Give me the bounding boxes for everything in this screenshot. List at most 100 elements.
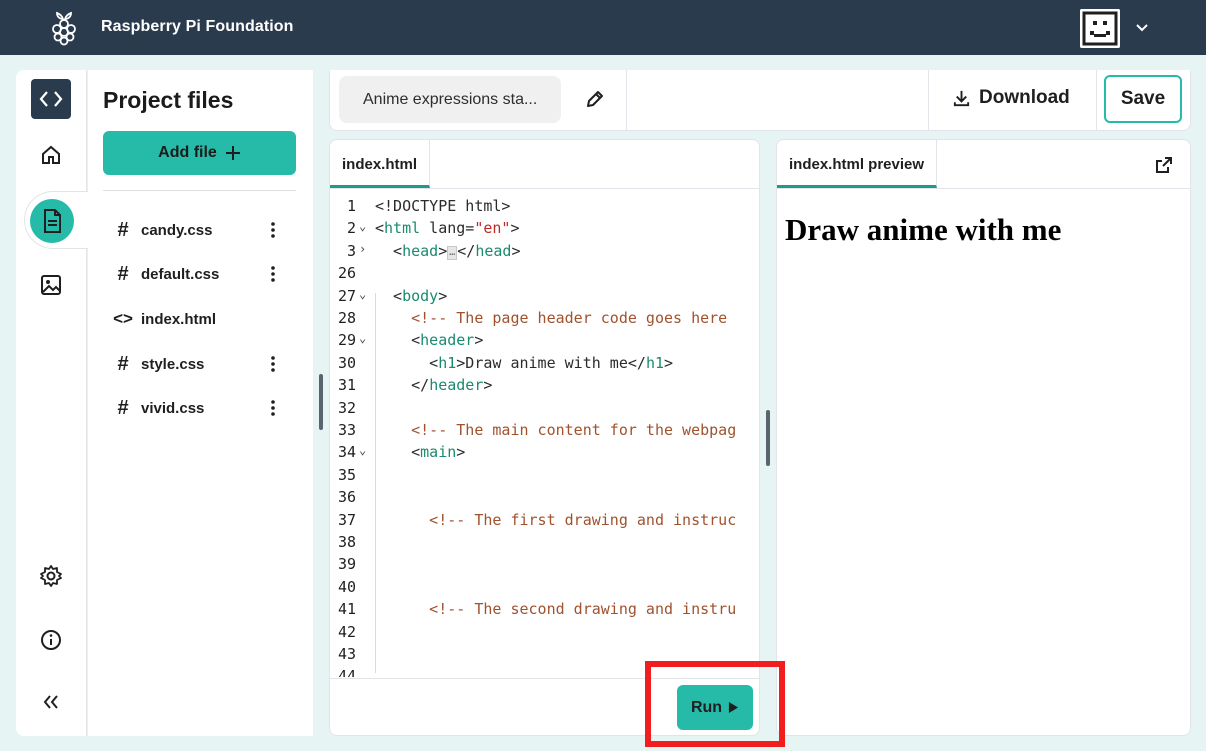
divider [928, 70, 929, 130]
collapse-icon[interactable] [38, 689, 64, 715]
add-file-label: Add file [158, 144, 217, 161]
code-editor-logo[interactable] [31, 79, 71, 119]
code-text: <!DOCTYPE html> [375, 197, 511, 215]
line-number: 1 [346, 197, 356, 215]
code-text: <main> [375, 443, 466, 462]
hash-icon: # [117, 396, 129, 419]
divider [777, 188, 1190, 189]
chevron-down-icon[interactable] [1132, 18, 1152, 38]
edit-pencil-icon[interactable] [584, 88, 606, 110]
sidebar-item-project-files[interactable] [24, 191, 94, 249]
file-item-index-html[interactable]: <> index.html [113, 307, 293, 331]
file-item-vivid-css[interactable]: # vivid.css [113, 396, 293, 420]
line-number: 32 [337, 398, 356, 417]
file-item-style-css[interactable]: # style.css [113, 352, 293, 376]
add-file-button[interactable]: Add file [103, 131, 296, 175]
more-options-icon[interactable] [265, 264, 281, 284]
line-number: 2 [346, 219, 356, 238]
code-text: <!-- The second drawing and instru [375, 600, 737, 619]
code-text: <html lang="en"> [375, 219, 520, 238]
home-icon[interactable] [38, 142, 64, 168]
divider [1096, 70, 1097, 130]
line-number: 27 [337, 286, 356, 305]
active-indicator [30, 199, 74, 243]
line-number: 3 [346, 241, 356, 260]
download-icon [953, 90, 970, 106]
line-number: 29 [337, 331, 356, 350]
code-editor-panel: index.html 1 <!DOCTYPE html> 2 ⌄ <html lang=… [329, 139, 760, 736]
line-number: 41 [337, 600, 356, 619]
file-icon [44, 209, 61, 233]
divider [103, 190, 296, 191]
image-icon[interactable] [38, 272, 64, 298]
top-bar: Raspberry Pi Foundation [0, 0, 1206, 55]
more-options-icon[interactable] [265, 220, 281, 240]
code-brackets-icon: <> [113, 309, 133, 328]
file-name: style.css [141, 355, 205, 373]
save-button[interactable]: Save [1104, 75, 1182, 123]
code-text: </header> [375, 376, 493, 395]
fold-toggle-icon[interactable]: ⌄ [359, 443, 369, 457]
hash-icon: # [117, 218, 129, 241]
code-text: <header> [375, 331, 484, 350]
code-icon [39, 91, 63, 107]
panel-title: Project files [103, 87, 234, 113]
avatar[interactable] [1080, 9, 1120, 48]
file-item-candy-css[interactable]: # candy.css [113, 218, 293, 242]
line-number: 37 [337, 510, 356, 529]
code-text: <head>… </head> [375, 241, 521, 260]
preview-heading: Draw anime with me [785, 212, 1062, 247]
fold-toggle-icon[interactable]: ⌄ [359, 219, 369, 233]
line-number: 38 [337, 533, 356, 551]
file-item-default-css[interactable]: # default.css [113, 262, 293, 286]
line-number: 33 [337, 421, 356, 439]
info-icon[interactable] [38, 627, 64, 653]
hash-icon: # [117, 262, 129, 285]
highlight-box [645, 661, 785, 747]
file-name: candy.css [141, 221, 213, 239]
settings-icon[interactable] [38, 563, 64, 589]
code-text: <!-- The page header code goes here [375, 309, 728, 327]
plus-icon [225, 146, 240, 160]
open-in-new-window-icon[interactable] [1154, 155, 1174, 175]
file-name: index.html [141, 310, 217, 328]
fold-toggle-icon[interactable]: ⌄ [359, 331, 369, 345]
project-name[interactable]: Anime expressions sta... [339, 76, 561, 123]
line-number: 28 [337, 309, 356, 327]
sidebar-rail [16, 70, 94, 736]
line-number: 43 [337, 645, 356, 663]
file-name: vivid.css [141, 399, 205, 417]
download-button[interactable]: Download [952, 87, 1070, 109]
project-files-panel: Project files Add file # candy.css # def… [88, 70, 313, 736]
line-number: 35 [337, 465, 356, 484]
tab-index-html[interactable]: index.html [330, 140, 431, 188]
more-options-icon[interactable] [265, 398, 281, 418]
line-number: 30 [337, 353, 356, 372]
project-bar: Anime expressions sta... Download Save [329, 70, 1191, 131]
raspberry-pi-logo-icon[interactable] [48, 10, 80, 46]
fold-toggle-icon[interactable]: › [359, 242, 369, 256]
file-name: default.css [141, 265, 220, 283]
preview-panel: index.html preview Draw anime with me [776, 139, 1191, 736]
line-number: 42 [337, 622, 356, 641]
more-options-icon[interactable] [265, 354, 281, 374]
code-text: <h1>Draw anime with me</h1> [375, 353, 674, 372]
divider [330, 188, 759, 189]
brand-name[interactable]: Raspberry Pi Foundation [101, 18, 294, 36]
code-text: <body> [375, 286, 448, 305]
divider [626, 70, 627, 130]
tab-preview[interactable]: index.html preview [777, 140, 938, 188]
line-number: 39 [337, 555, 356, 574]
line-number: 36 [337, 488, 356, 507]
resize-handle-files[interactable] [319, 374, 323, 430]
fold-toggle-icon[interactable]: ⌄ [359, 287, 369, 301]
line-number: 34 [337, 443, 356, 462]
resize-handle-editor[interactable] [766, 410, 770, 466]
line-number: 40 [337, 577, 356, 596]
hash-icon: # [117, 352, 129, 375]
code-area[interactable]: 1 <!DOCTYPE html> 2 ⌄ <html lang="en"> 3 › <he… [330, 197, 759, 677]
line-number: 44 [337, 667, 356, 677]
download-label: Download [979, 87, 1070, 108]
code-text: <!-- The main content for the webpag [375, 421, 737, 439]
code-text: <!-- The first drawing and instruc [375, 510, 737, 529]
